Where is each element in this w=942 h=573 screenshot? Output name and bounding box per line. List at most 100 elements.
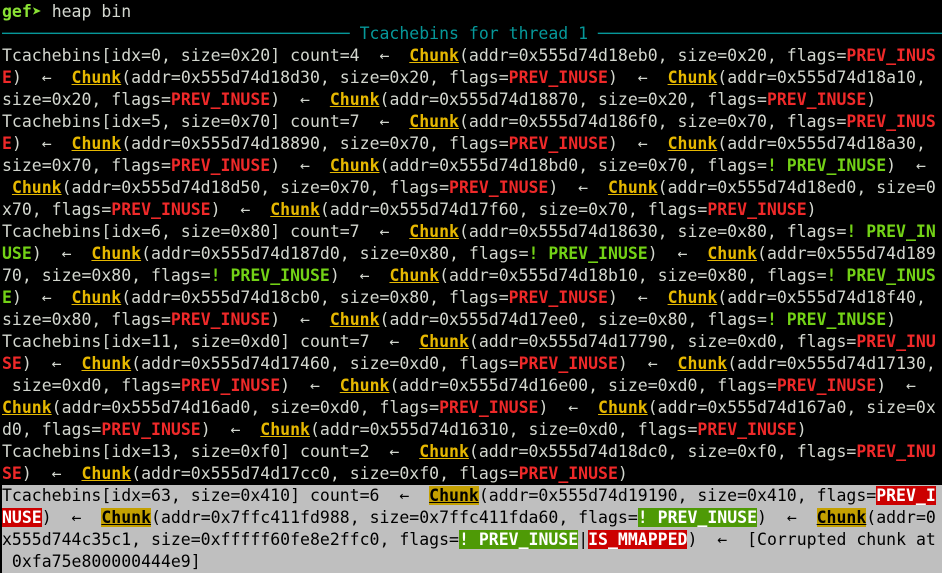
- output-line: Tcachebins[idx=63, size=0x410] count=6 ←…: [2, 485, 942, 507]
- output-text: size=0xd0, flags=: [2, 376, 181, 395]
- chunk-label: Chunk: [81, 354, 132, 373]
- output-text: ) ←: [548, 178, 608, 197]
- flag-prev-inuse: SE: [2, 354, 22, 373]
- output-text: ): [866, 90, 877, 109]
- output-text: ) ←: [270, 156, 330, 175]
- output-line: 0xfa75e800000444e9]: [2, 551, 942, 573]
- output-line: E) ← Chunk(addr=0x555d74d18cb0, size=0x8…: [2, 287, 942, 309]
- flag-prev-inuse: PREV_INUSE: [170, 310, 271, 329]
- flag-prev-inuse: PREV_INU: [856, 332, 936, 351]
- output-text: (addr=0x7ffc411fd988, size=0x7ffc411fda6…: [151, 508, 638, 527]
- chunk-label: Chunk: [429, 486, 479, 505]
- output-text: (addr=0x555d74d186f0, size=0x70, flags=: [458, 112, 847, 131]
- output-text: (addr=0x555d74d17460, size=0xd0, flags=: [131, 354, 519, 373]
- flag-prev-inuse: PREV_INUSE: [180, 376, 281, 395]
- flag-not-prev-inuse: USE: [2, 244, 32, 263]
- section-header: ─────────────────────────────────── Tcac…: [2, 23, 942, 45]
- output-line: size=0x20, flags=PREV_INUSE) ← Chunk(add…: [2, 89, 942, 111]
- output-text: (addr=0x555d74d18d30, size=0x20, flags=: [121, 68, 509, 87]
- output-line: Tcachebins[idx=13, size=0xf0] count=2 ← …: [2, 441, 942, 463]
- chunk-label: Chunk: [707, 244, 758, 263]
- output-text: ): [886, 310, 897, 329]
- chunk-label: Chunk: [409, 46, 459, 65]
- output-text: (addr=0x555d74d17790, size=0xd0, flags=: [468, 332, 857, 351]
- output-text: (addr=0x555d74d18d50, size=0x70, flags=: [61, 178, 450, 197]
- flag-prev-inuse: PREV_INUSE: [508, 68, 608, 87]
- output-text: ): [796, 420, 807, 439]
- flag-prev-inuse: PREV_INUSE: [439, 398, 539, 417]
- output-text: size=0x70, flags=: [2, 156, 171, 175]
- flag-prev-inuse: PREV_INUSE: [508, 134, 608, 153]
- output-text: (addr=0x555d74d18870, size=0x20, flags=: [379, 90, 767, 109]
- chunk-label: Chunk: [101, 508, 152, 527]
- output-line: Tcachebins[idx=0, size=0x20] count=4 ← C…: [2, 45, 942, 67]
- output-text: 70, size=0x80, flags=: [2, 266, 211, 285]
- chunk-label: Chunk: [419, 332, 469, 351]
- flag-not-prev-inuse: ! PREV_INUSE: [210, 266, 330, 285]
- flag-not-prev-inuse: ! PREV_INUS: [826, 266, 936, 285]
- prompt-name: gef: [2, 2, 32, 21]
- chunk-label: Chunk: [71, 68, 122, 87]
- output-text: ) ←: [617, 354, 678, 373]
- output-text: d0, flags=: [2, 420, 102, 439]
- chunk-label: Chunk: [329, 310, 380, 329]
- chunk-label: Chunk: [677, 354, 728, 373]
- output-text: (addr=0x555d74d18890, size=0x70, flags=: [121, 134, 509, 153]
- flag-prev-inuse: PREV_I: [876, 486, 936, 505]
- flag-prev-inuse: PREV_INUSE: [518, 464, 618, 483]
- output-text: Tcachebins[idx=63, size=0x410] count=6 ←: [2, 486, 430, 505]
- output-text: Tcachebins[idx=13, size=0xf0] count=2 ←: [2, 442, 420, 461]
- output-line: size=0x80, flags=PREV_INUSE) ← Chunk(add…: [2, 309, 942, 331]
- chunk-label: Chunk: [419, 442, 469, 461]
- output-text: ) ←: [607, 134, 668, 153]
- output-text: (addr=0x555d74d17ee0, size=0x80, flags=: [379, 310, 767, 329]
- flag-not-prev-inuse: ! PREV_INUSE: [458, 530, 579, 549]
- chunk-label: Chunk: [339, 376, 390, 395]
- output-text: ) ←: [647, 244, 708, 263]
- flag-prev-inuse: PREV_INUS: [846, 46, 936, 65]
- output-text: (addr=0x555d74d167a0, size=0x: [647, 398, 936, 417]
- output-line: x555d744c35c1, size=0xfffff60fe8e2ffc0, …: [2, 529, 942, 551]
- chunk-label: Chunk: [270, 200, 320, 219]
- output-text: ) ←: [21, 354, 82, 373]
- chunk-label: Chunk: [598, 398, 648, 417]
- output-line: E) ← Chunk(addr=0x555d74d18890, size=0x7…: [2, 133, 942, 155]
- output-text: 0xfa75e800000444e9]: [2, 552, 201, 571]
- output-text: ) ←: [31, 244, 92, 263]
- output-line: Tcachebins[idx=5, size=0x70] count=7 ← C…: [2, 111, 942, 133]
- header-rule-right: ───────────────────────────────────: [588, 24, 942, 43]
- chunk-label: Chunk: [667, 68, 718, 87]
- flag-not-prev-inuse: ! PREV_INUSE: [766, 156, 887, 175]
- prompt-line[interactable]: gef➤ heap bin: [2, 1, 942, 23]
- output-text: ): [806, 200, 817, 219]
- flag-not-prev-inuse: ! PREV_INUSE: [637, 508, 758, 527]
- output-text: Tcachebins[idx=5, size=0x70] count=7 ←: [2, 112, 410, 131]
- terminal-output: gef➤ heap bin ──────────────────────────…: [2, 1, 942, 573]
- output-text: (addr=0x555d74d16e00, size=0xd0, flags=: [389, 376, 777, 395]
- output-text: ) ←: [11, 68, 72, 87]
- prompt-arrow-icon: ➤: [31, 2, 42, 21]
- flag-prev-inuse: NUSE: [2, 508, 42, 527]
- output-text: Tcachebins[idx=11, size=0xd0] count=7 ←: [2, 332, 420, 351]
- chunk-label: Chunk: [71, 288, 122, 307]
- chunk-label: Chunk: [81, 464, 132, 483]
- chunk-label: Chunk: [607, 178, 658, 197]
- output-text: (addr=0x555d74d18630, size=0x80, flags=: [458, 222, 847, 241]
- chunk-label: Chunk: [409, 112, 459, 131]
- output-text: (addr=0: [866, 508, 936, 527]
- output-text: ) ←: [876, 376, 916, 395]
- output-line: NUSE) ← Chunk(addr=0x7ffc411fd988, size=…: [2, 507, 942, 529]
- output-text: |: [578, 530, 589, 549]
- output-text: (addr=0x555d74d17cc0, size=0xf0, flags=: [131, 464, 519, 483]
- output-text: ) ←: [41, 508, 102, 527]
- output-line: Chunk (addr=0x555d74d18d50, size=0x70, fl…: [2, 177, 942, 199]
- command-text: heap bin: [51, 2, 132, 21]
- flag-prev-inuse: PREV_INUSE: [449, 178, 549, 197]
- output-text: ) ←: [11, 134, 72, 153]
- flag-prev-inuse: PREV_INUSE: [518, 354, 618, 373]
- output-text: ) ←: [270, 310, 330, 329]
- flag-prev-inuse: PREV_INUSE: [776, 376, 877, 395]
- flag-prev-inuse: PREV_INUSE: [766, 90, 867, 109]
- output-text: (addr=0x555d74d18bd0, size=0x70, flags=: [379, 156, 767, 175]
- flag-prev-inuse: IS_MMAPPED: [588, 530, 688, 549]
